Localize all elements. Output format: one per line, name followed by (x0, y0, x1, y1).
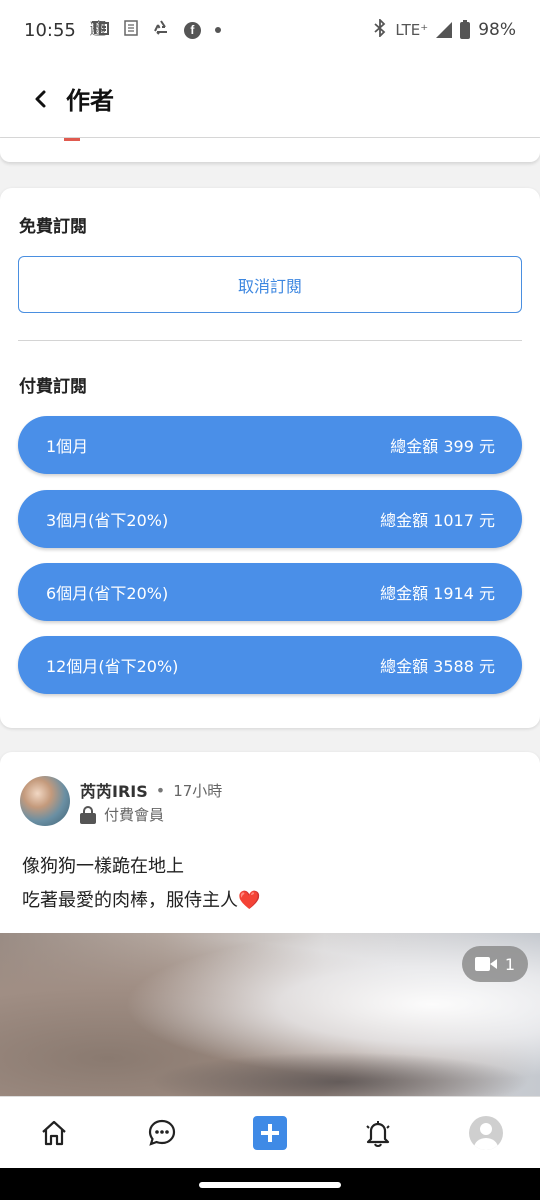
app-header: 作者 (0, 60, 540, 138)
free-subscription-title: 免費訂閱 (19, 217, 87, 237)
home-icon (42, 1120, 66, 1145)
news-icon (124, 20, 138, 40)
plan-price: 總金額 3588 元 (380, 657, 495, 676)
plan-price: 總金額 399 元 (390, 437, 495, 456)
status-bar: 10:55 𰻝 f LTE⁺ 98% (0, 0, 540, 60)
chat-icon (148, 1119, 176, 1146)
nav-home[interactable] (24, 1103, 84, 1163)
red-mark (64, 138, 80, 141)
signal-icon (436, 22, 453, 38)
plan-price: 總金額 1017 元 (380, 511, 495, 530)
bottom-nav (0, 1096, 540, 1168)
profile-icon (469, 1115, 503, 1150)
post-text: 像狗狗一樣跪在地上 吃著最愛的肉棒，服侍主人❤️ (22, 850, 260, 918)
post-media[interactable]: 1 (0, 933, 540, 1112)
member-row: 付費會員 (80, 804, 164, 825)
post-line-2: 吃著最愛的肉棒，服侍主人❤️ (22, 884, 260, 918)
status-time: 10:55 (24, 19, 76, 41)
plan-label: 6個月(省下20%) (46, 584, 169, 603)
post-time: 17小時 (173, 781, 223, 800)
post-card: 芮芮IRIS • 17小時 付費會員 像狗狗一樣跪在地上 吃著最愛的肉棒，服侍主… (0, 752, 540, 1112)
divider (18, 340, 522, 341)
nav-notifications[interactable] (348, 1103, 408, 1163)
previous-card (0, 138, 540, 162)
author-name[interactable]: 芮芮IRIS (80, 778, 148, 802)
plan-label: 1個月 (46, 437, 89, 456)
plan-label: 3個月(省下20%) (46, 511, 169, 530)
author-avatar[interactable] (20, 776, 70, 826)
page-title: 作者 (66, 87, 114, 115)
bluetooth-icon (373, 17, 387, 41)
meta-separator: • (155, 780, 166, 800)
subscription-card: 免費訂閱 取消訂閱 付費訂閱 1個月 總金額 399 元 3個月(省下20%) … (0, 188, 540, 728)
paid-subscription-title: 付費訂閱 (19, 377, 87, 397)
battery-level: 98% (478, 20, 516, 40)
heart-icon: ❤️ (238, 890, 261, 911)
plan-label: 12個月(省下20%) (46, 657, 179, 676)
nav-profile[interactable] (456, 1103, 516, 1163)
member-label: 付費會員 (104, 806, 165, 824)
bell-icon (366, 1120, 390, 1147)
lock-icon (80, 805, 96, 824)
dot-icon (214, 27, 221, 33)
plan-price: 總金額 1914 元 (380, 584, 495, 603)
recycle-icon (152, 19, 170, 41)
nav-chat[interactable] (132, 1103, 192, 1163)
nav-add-post[interactable] (240, 1103, 300, 1163)
facebook-icon: f (183, 21, 201, 39)
post-line-1: 像狗狗一樣跪在地上 (22, 856, 184, 877)
battery-icon (460, 19, 471, 39)
system-nav-bar (0, 1168, 540, 1200)
plan-6-month-button[interactable]: 6個月(省下20%) 總金額 1914 元 (18, 563, 522, 621)
video-count: 1 (504, 954, 516, 974)
author-row: 芮芮IRIS • 17小時 (80, 778, 222, 802)
post-line-2-text: 吃著最愛的肉棒，服侍主人 (22, 890, 238, 911)
add-post-icon (253, 1115, 287, 1150)
notification-app-icon: 𰻝 (90, 19, 110, 41)
video-count-badge: 1 (462, 946, 528, 982)
plan-3-month-button[interactable]: 3個月(省下20%) 總金額 1017 元 (18, 490, 522, 548)
network-type: LTE⁺ (395, 21, 429, 39)
home-gesture-pill[interactable] (199, 1182, 341, 1188)
chevron-left-icon[interactable] (26, 85, 54, 113)
plan-1-month-button[interactable]: 1個月 總金額 399 元 (18, 416, 522, 474)
video-camera-icon (474, 957, 497, 971)
cancel-subscription-button[interactable]: 取消訂閱 (18, 256, 522, 313)
plan-12-month-button[interactable]: 12個月(省下20%) 總金額 3588 元 (18, 636, 522, 694)
